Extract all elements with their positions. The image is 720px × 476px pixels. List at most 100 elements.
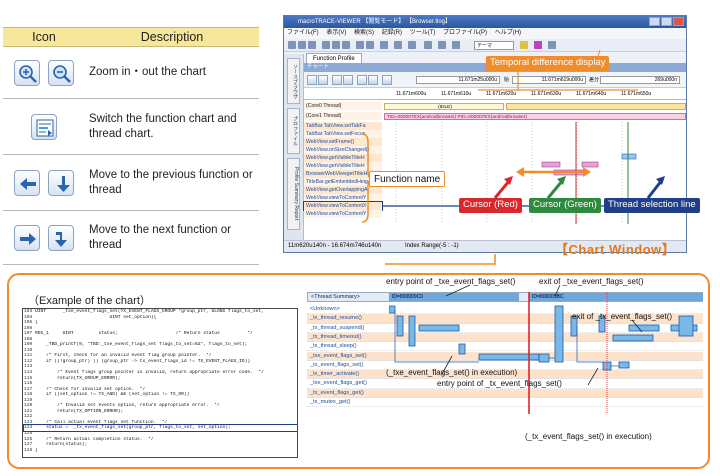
function-row[interactable]: WebView.getVisibleTitleH — [304, 154, 382, 162]
icon-cell — [3, 210, 85, 265]
app-window: macroTRACE-VIEWER 【閲覧モード】 【Browser.tlog】… — [283, 15, 687, 253]
description-cell: Zoom in・out the chart — [85, 46, 259, 99]
toolbar-export-icon[interactable] — [452, 41, 460, 49]
tab-function-profile[interactable]: Function Profile — [306, 53, 362, 63]
chart-switch-icon[interactable] — [382, 75, 392, 85]
time-difference-field[interactable]: 269u000n — [600, 76, 680, 84]
callout-cursor-red: Cursor (Red) — [459, 198, 522, 213]
toolbar-refresh-icon[interactable] — [380, 41, 388, 49]
callout-thread-selection-line: Thread selection line — [604, 198, 700, 213]
ruler-tick: 11.671m600u — [396, 91, 427, 97]
menu-profile[interactable]: プロファイル(P) — [443, 30, 487, 36]
zoom-out-icon[interactable] — [47, 59, 74, 86]
menu-search[interactable]: 検索(S) — [354, 30, 374, 36]
window-title: macroTRACE-VIEWER 【閲覧モード】 【Browser.tlog】 — [298, 19, 452, 25]
status-time-range: 11m620u140n - 16.674m746u140n — [288, 243, 382, 249]
source-code-view[interactable]: 103 UINT _txe_event_flags_set(TX_EVENT_F… — [22, 308, 298, 458]
function-row[interactable]: WebView.viewToContentY — [304, 194, 382, 202]
zoom-in-icon[interactable] — [14, 59, 41, 86]
cursor-red-time-field[interactable]: 11.671m25u000u — [416, 76, 500, 84]
field-label-diff: 差分 — [589, 77, 600, 83]
status-index-range: Index Range(-5 : -1) — [404, 243, 459, 249]
function-row-selected[interactable]: WebView.viewToContentX — [303, 201, 383, 211]
toolbar-print-icon[interactable] — [308, 41, 316, 49]
menu-tools[interactable]: ツール(T) — [410, 30, 436, 36]
function-row[interactable]: WebView.setFrame() — [304, 138, 382, 146]
minimize-button[interactable] — [649, 17, 660, 26]
ruler-tick: 11.671m610u — [441, 91, 472, 97]
function-row[interactable]: WebView.getOverlappingA — [304, 186, 382, 194]
switch-chart-icon[interactable] — [31, 113, 57, 140]
header-description: Description — [85, 27, 259, 47]
toolbar-stop-icon[interactable] — [366, 41, 374, 49]
maximize-button[interactable] — [661, 17, 672, 26]
function-row[interactable]: WebView.getVisibleTitleH — [304, 162, 382, 170]
table-header: Icon Description — [3, 27, 259, 47]
chart-next-thread-icon[interactable] — [368, 75, 378, 85]
side-tab-source-browser[interactable]: ソースブラウザ — [287, 58, 300, 104]
ruler-tick: 11.671m620u — [486, 91, 517, 97]
toolbar-chart-icon[interactable] — [424, 41, 432, 49]
toolbar-find-icon[interactable] — [322, 41, 330, 49]
function-row[interactable]: WebView.onSizeChanged() — [304, 146, 382, 154]
toolbar-arrow-icon[interactable] — [342, 41, 350, 49]
next-thread-icon[interactable] — [47, 224, 74, 251]
ruler-tick: 11.671m650u — [621, 91, 652, 97]
toolbar-color-icon[interactable] — [534, 41, 542, 49]
annotation-txe-in-execution: (_txe_event_flags_set() in execution) — [386, 368, 518, 377]
ruler-tick: 11.671m630u — [531, 91, 562, 97]
code-line: 128 } — [24, 447, 38, 453]
cursor-green-time-field[interactable]: 11.671m619u000u — [512, 76, 586, 84]
next-function-icon[interactable] — [14, 224, 41, 251]
toolbar-zoom-icon[interactable] — [332, 41, 340, 49]
toolbar-save-icon[interactable] — [298, 41, 306, 49]
toolbar-filter-icon[interactable] — [408, 41, 416, 49]
annotation-exit-txe: exit of _txe_event_flags_set() — [539, 277, 644, 286]
menu-view[interactable]: 表示(V) — [326, 30, 346, 36]
callout-cursor-green: Cursor (Green) — [529, 198, 601, 213]
chart-next-icon[interactable] — [343, 75, 353, 85]
chart-prev-icon[interactable] — [332, 75, 342, 85]
menu-record[interactable]: 記録(R) — [382, 30, 402, 36]
thread-summary-chart[interactable]: <Thread Summary> ID=800009C0 ID=800009BC… — [307, 292, 703, 414]
menu-help[interactable]: ヘルプ(H) — [495, 30, 521, 36]
toolbar-list-icon[interactable] — [438, 41, 446, 49]
callout-temporal-difference: Temporal difference display — [486, 56, 610, 71]
theme-input[interactable]: テーマ — [474, 41, 514, 50]
toolbar-bookmark-icon[interactable] — [548, 41, 556, 49]
side-tab-profile[interactable]: プロファイル — [287, 108, 300, 154]
toolbar-open-icon[interactable] — [288, 41, 296, 49]
title-bar: macroTRACE-VIEWER 【閲覧モード】 【Browser.tlog】 — [284, 16, 686, 28]
chart-area[interactable]: (Core0 Thread) (Core1 Thread) (IDLE) TID… — [303, 100, 686, 240]
chart-zoom-in-icon[interactable] — [307, 75, 317, 85]
table-row: Switch the function chart and thread cha… — [3, 98, 259, 155]
function-row[interactable]: WebView.viewToContentY — [304, 210, 382, 218]
thread-row-core0[interactable]: (Core0 Thread) — [304, 102, 382, 110]
prev-thread-icon[interactable] — [47, 169, 74, 196]
menu-file[interactable]: ファイル(F) — [287, 30, 319, 36]
icon-cell — [3, 154, 85, 211]
toolbar-record-icon[interactable] — [356, 41, 364, 49]
side-tab-profile-summary[interactable]: Profile Summary Report — [287, 158, 300, 230]
toolbar-mark-icon[interactable] — [520, 41, 528, 49]
side-tabs: ソースブラウザ プロファイル Profile Summary Report — [284, 54, 304, 240]
chart-prev-thread-icon[interactable] — [357, 75, 367, 85]
prev-function-icon[interactable] — [14, 169, 41, 196]
function-row[interactable]: TabBar.TabView.setTabFa — [304, 122, 382, 130]
example-title: （Example of the chart） — [28, 295, 151, 307]
chart-controls: 11.671m25u000u 始 11.671m619u000u 差分 269u… — [304, 72, 686, 88]
annotation-exit-tx: exit of _tx_event_flags_set() — [572, 312, 673, 321]
annotation-tx-in-execution: (_tx_event_flags_set() in execution) — [525, 432, 652, 441]
thread-row-core1[interactable]: (Core1 Thread) — [304, 112, 382, 120]
header-icon: Icon — [3, 27, 85, 47]
thread-summary-plot — [389, 292, 698, 414]
description-cell: Move to the previous function or thread — [85, 154, 259, 211]
toolbar-settings-icon[interactable] — [394, 41, 402, 49]
function-row[interactable]: TabBar.TabView.setFocus — [304, 130, 382, 138]
ruler-tick: 11.671m640u — [576, 91, 607, 97]
close-button[interactable] — [673, 17, 684, 26]
table-row: Move to the next function or thread — [3, 210, 259, 265]
chart-zoom-out-icon[interactable] — [318, 75, 328, 85]
annotation-entry-tx: entry point of _tx_event_flags_set() — [437, 379, 562, 388]
callout-function-name: Function name — [369, 171, 446, 187]
